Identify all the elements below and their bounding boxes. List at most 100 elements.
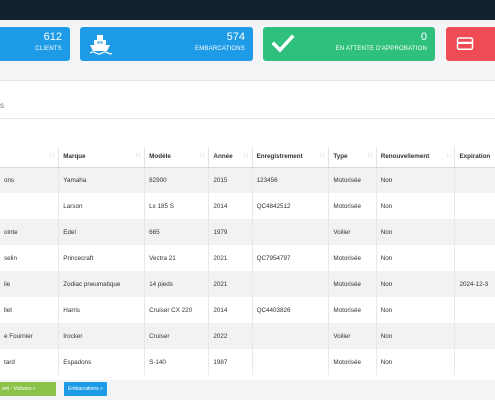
table-cell: Edel: [58, 219, 145, 245]
table-cell: Cruiser CX 220: [144, 297, 209, 323]
table-row[interactable]: tard Espadons S-140 1987 Motorisée Non: [0, 349, 495, 375]
table-cell: 1987: [208, 349, 253, 375]
table-cell: S-140: [144, 349, 209, 375]
sort-icon[interactable]: ↑↓: [319, 153, 325, 159]
sort-icon[interactable]: ↑↓: [445, 153, 451, 159]
table-cell: Lx 185 S: [144, 193, 209, 219]
embarcations-table: ↑↓ Marque ↑↓ Modèle ↑↓ Année ↑↓ Enregistrem…: [0, 147, 495, 375]
table-cell: 2022: [208, 323, 253, 349]
table-cell: [0, 193, 59, 219]
table-cell: 82900: [144, 167, 209, 193]
table-cell: Non: [375, 271, 455, 297]
table-row[interactable]: Larson Lx 185 S 2014 QC4842512 Motorisée Non: [0, 193, 495, 219]
pending-count: 0: [420, 31, 427, 43]
column-header-type[interactable]: Type ↑↓: [328, 147, 377, 168]
table-cell: Non: [375, 245, 455, 271]
table-cell: Zodiac pneumatique: [58, 271, 145, 297]
table-cell: Motorisée: [328, 167, 377, 193]
clients-stat-card[interactable]: 612 CLIENTS: [0, 27, 70, 61]
table-cell: llet: [0, 297, 59, 323]
table-cell: 2024-12-3: [454, 271, 495, 297]
pending-approval-stat-card[interactable]: 0 EN ATTENTE D'APPROBATION: [263, 27, 435, 61]
table-cell: ointe: [0, 219, 59, 245]
table-cell: QC7954797: [251, 245, 329, 271]
table-cell: [454, 193, 495, 219]
payment-stat-card[interactable]: [446, 27, 495, 61]
table-cell: 2015: [208, 167, 253, 193]
table-row[interactable]: llet Harris Cruiser CX 220 2014 QC4403826 Mot…: [0, 297, 495, 323]
embarcations-stat-card[interactable]: 574 EMBARCATIONS: [80, 27, 253, 61]
table-cell: Non: [375, 297, 455, 323]
table-cell: Non: [375, 193, 455, 219]
table-cell: [251, 349, 329, 375]
panel-divider: [0, 118, 495, 119]
table-cell: Yamaha: [58, 167, 145, 193]
table-cell: Voilier: [328, 219, 377, 245]
sort-icon[interactable]: ↑↓: [49, 153, 55, 159]
table-cell: Motorisée: [328, 271, 377, 297]
embarcations-label: EMBARCATIONS: [195, 46, 245, 52]
table-cell: 2021: [208, 245, 253, 271]
table-cell: Non: [375, 349, 455, 375]
table-header-row: ↑↓ Marque ↑↓ Modèle ↑↓ Année ↑↓ Enregistrem…: [0, 147, 495, 168]
table-row[interactable]: e Fournier Irocker Cruiser 2022 Voilier Non: [0, 323, 495, 349]
column-header-marque[interactable]: Marque ↑↓: [58, 147, 145, 168]
table-cell: [454, 323, 495, 349]
table-row[interactable]: ile Zodiac pneumatique 14 pieds 2021 Motoris…: [0, 271, 495, 297]
table-row[interactable]: ointe Edel 665 1979 Voilier Non: [0, 219, 495, 245]
clients-label: CLIENTS: [35, 46, 62, 52]
table-cell: [454, 219, 495, 245]
table-cell: [454, 167, 495, 193]
table-cell: Non: [375, 323, 455, 349]
sort-icon[interactable]: ↑↓: [367, 153, 373, 159]
table-cell: Motorisée: [328, 297, 377, 323]
panel-title: s: [0, 101, 4, 110]
column-header-modele[interactable]: Modèle ↑↓: [144, 147, 209, 168]
voitures-link-button[interactable]: ent - Voitures »: [0, 382, 56, 396]
sort-icon[interactable]: ↑↓: [199, 153, 205, 159]
sort-icon[interactable]: ↑↓: [243, 153, 249, 159]
embarcations-link-button[interactable]: Embarcations »: [64, 382, 107, 396]
table-cell: Princecraft: [58, 245, 145, 271]
table-cell: Cruiser: [144, 323, 209, 349]
table-cell: Motorisée: [328, 193, 377, 219]
column-header-annee[interactable]: Année ↑↓: [208, 147, 253, 168]
top-navbar: [0, 0, 495, 20]
boat-icon: [89, 35, 112, 55]
table-row[interactable]: ons Yamaha 82900 2015 123456 Motorisée Non: [0, 167, 495, 193]
table-cell: Non: [375, 167, 455, 193]
table-cell: Harris: [58, 297, 145, 323]
table-cell: ile: [0, 271, 59, 297]
table-cell: ons: [0, 167, 59, 193]
sort-icon[interactable]: ↑↓: [135, 153, 141, 159]
table-cell: 2021: [208, 271, 253, 297]
embarcations-count: 574: [226, 31, 245, 43]
table-cell: Irocker: [58, 323, 145, 349]
table-cell: QC4403826: [251, 297, 329, 323]
table-cell: Non: [375, 219, 455, 245]
checkmark-icon: [271, 34, 295, 53]
table-cell: [454, 245, 495, 271]
table-cell: selin: [0, 245, 59, 271]
pending-label: EN ATTENTE D'APPROBATION: [335, 46, 427, 52]
column-header-expiration[interactable]: Expiration: [454, 147, 495, 168]
table-cell: Motorisée: [328, 245, 377, 271]
table-cell: 123456: [251, 167, 329, 193]
table-cell: 14 pieds: [144, 271, 209, 297]
column-header-enregistrement[interactable]: Enregistrement ↑↓: [251, 147, 329, 168]
table-cell: Larson: [58, 193, 145, 219]
table-row[interactable]: selin Princecraft Vectra 21 2021 QC7954797 Mo…: [0, 245, 495, 271]
column-header-owner[interactable]: ↑↓: [0, 147, 59, 168]
table-cell: Voilier: [328, 323, 377, 349]
clients-count: 612: [43, 31, 62, 43]
table-cell: [454, 297, 495, 323]
table-cell: Motorisée: [328, 349, 377, 375]
table-cell: [251, 271, 329, 297]
column-header-renouvellement[interactable]: Renouvellement ↑↓: [375, 147, 455, 168]
table-cell: 665: [144, 219, 209, 245]
table-cell: tard: [0, 349, 59, 375]
table-cell: [251, 219, 329, 245]
table-cell: e Fournier: [0, 323, 59, 349]
table-cell: 2014: [208, 193, 253, 219]
table-cell: Espadons: [58, 349, 145, 375]
